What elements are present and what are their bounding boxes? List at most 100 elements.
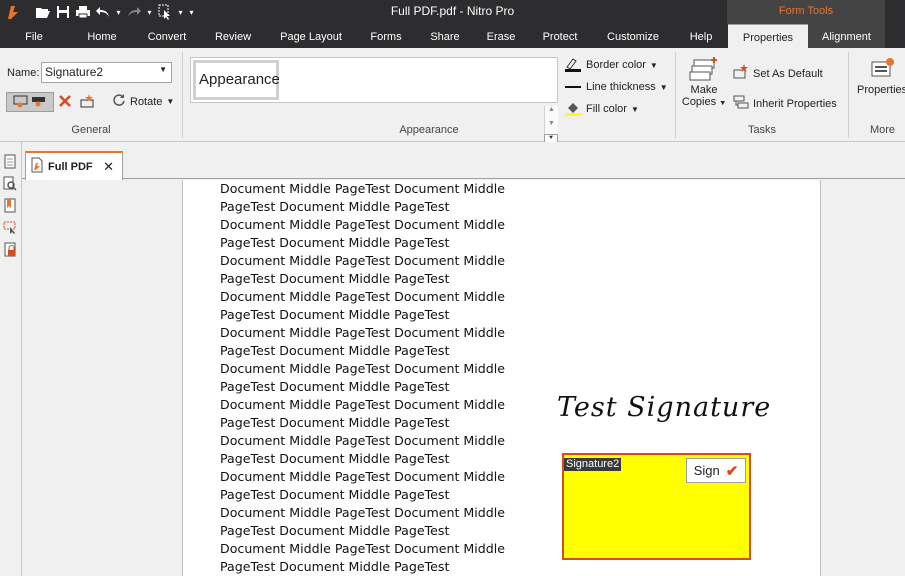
document-tab-strip <box>22 142 905 179</box>
ribbon-tab-row: File Home Convert Review Page Layout For… <box>0 24 905 48</box>
appearance-gallery[interactable]: Appearance <box>190 57 558 103</box>
appearance-states-toggle[interactable] <box>6 92 54 112</box>
text-line: PageTest Document Middle PageTest <box>220 523 450 538</box>
save-icon[interactable] <box>54 3 72 21</box>
text-line: Document Middle PageTest Document Middle <box>220 361 505 376</box>
gallery-scroll-down-icon[interactable]: ▼ <box>544 120 558 134</box>
make-copies-label-2: Copies ▼ <box>681 96 727 108</box>
tab-protect[interactable]: Protect <box>534 24 586 48</box>
handwritten-signature: Test Signature <box>557 392 772 423</box>
delete-field-button[interactable] <box>56 92 74 112</box>
security-panel-icon[interactable] <box>3 242 17 257</box>
text-line: Document Middle PageTest Document Middle <box>220 217 505 232</box>
document-tab[interactable]: Full PDF ✕ <box>25 151 123 180</box>
redo-icon[interactable] <box>125 3 143 21</box>
text-line: PageTest Document Middle PageTest <box>220 343 450 358</box>
select-dropdown-icon[interactable]: ▾ <box>176 3 185 21</box>
gallery-scroll-up-icon[interactable]: ▲ <box>544 106 558 120</box>
undo-icon[interactable] <box>94 3 112 21</box>
tab-file[interactable]: File <box>8 24 60 48</box>
group-separator <box>675 52 676 138</box>
select-tool-icon[interactable] <box>156 3 174 21</box>
chevron-down-icon: ▼ <box>630 104 639 114</box>
text-line: Document Middle PageTest Document Middle <box>220 469 505 484</box>
set-default-star-icon <box>733 64 749 83</box>
pages-panel-icon[interactable] <box>3 154 17 169</box>
group-label-appearance: Appearance <box>399 124 459 136</box>
rotate-button[interactable]: Rotate ▼ <box>112 93 174 110</box>
make-copies-label-1: Make <box>690 84 718 96</box>
open-folder-icon[interactable] <box>34 3 52 21</box>
sign-button-label: Sign <box>693 463 720 478</box>
pdf-document-icon <box>30 157 44 176</box>
tab-erase[interactable]: Erase <box>478 24 524 48</box>
close-tab-icon[interactable]: ✕ <box>103 159 114 175</box>
border-color-icon <box>564 58 582 72</box>
text-line: PageTest Document Middle PageTest <box>220 271 450 286</box>
print-icon[interactable] <box>74 3 92 21</box>
text-line: Document Middle PageTest Document Middle <box>220 253 505 268</box>
make-copies-icon <box>680 56 728 84</box>
document-text: Document Middle PageTest Document Middle… <box>220 180 520 576</box>
name-label: Name: <box>7 67 40 79</box>
tab-forms[interactable]: Forms <box>362 24 410 48</box>
properties-label: Properties <box>857 84 905 96</box>
customize-qat-icon[interactable]: ▾ <box>187 3 196 21</box>
sign-button[interactable]: Sign ✔ <box>686 458 746 483</box>
text-line: PageTest Document Middle PageTest <box>220 559 450 574</box>
tab-properties[interactable]: Properties <box>728 24 808 48</box>
tab-customize[interactable]: Customize <box>600 24 666 48</box>
name-dropdown[interactable]: Signature2 ▼ <box>41 62 172 83</box>
chevron-down-icon: ▼ <box>659 82 668 92</box>
left-panel-bar <box>0 142 22 576</box>
border-color-label: Border color <box>586 59 646 71</box>
signature-field[interactable]: Signature2 Sign ✔ <box>562 453 751 560</box>
make-copies-button[interactable]: Make Copies ▼ <box>680 56 728 110</box>
tab-page-layout[interactable]: Page Layout <box>272 24 350 48</box>
inherit-properties-icon <box>733 94 749 113</box>
text-line: Document Middle PageTest Document Middle <box>220 289 505 304</box>
undo-dropdown-icon[interactable]: ▾ <box>114 3 123 21</box>
properties-icon <box>855 56 905 84</box>
window-title: Full PDF.pdf - Nitro Pro <box>390 4 515 18</box>
appearance-gallery-item[interactable]: Appearance <box>193 60 280 100</box>
paint-bucket-icon <box>564 102 582 116</box>
tab-share[interactable]: Share <box>420 24 470 48</box>
chevron-down-icon: ▼ <box>649 60 658 70</box>
group-label-more: More <box>869 124 896 136</box>
line-thickness-button[interactable]: Line thickness ▼ <box>564 77 668 97</box>
form-fields-panel-icon[interactable] <box>3 220 17 235</box>
set-as-default-label: Set As Default <box>753 67 823 80</box>
inherit-properties-label: Inherit Properties <box>753 97 837 110</box>
text-line: PageTest Document Middle PageTest <box>220 235 450 250</box>
find-panel-icon[interactable] <box>3 176 17 191</box>
text-line: PageTest Document Middle PageTest <box>220 451 450 466</box>
field-options-button[interactable] <box>78 92 96 112</box>
text-line: Document Middle PageTest Document Middle <box>220 181 505 196</box>
set-as-default-button[interactable]: Set As Default <box>733 64 823 83</box>
title-bar: ▾ ▾ ▾ ▾ Full PDF.pdf - Nitro Pro Form To… <box>0 0 905 24</box>
text-line: PageTest Document Middle PageTest <box>220 307 450 322</box>
bookmarks-panel-icon[interactable] <box>3 198 17 213</box>
redo-dropdown-icon[interactable]: ▾ <box>145 3 154 21</box>
tab-alignment[interactable]: Alignment <box>808 24 885 48</box>
tab-help[interactable]: Help <box>680 24 722 48</box>
ribbon: Name: Signature2 ▼ Rotate ▼ General Appe… <box>0 48 905 150</box>
text-line: Document Middle PageTest Document Middle <box>220 505 505 520</box>
tab-convert[interactable]: Convert <box>138 24 196 48</box>
group-separator <box>848 52 849 138</box>
fill-color-button[interactable]: Fill color ▼ <box>564 99 639 119</box>
text-line: PageTest Document Middle PageTest <box>220 379 450 394</box>
inherit-properties-button[interactable]: Inherit Properties <box>733 94 837 113</box>
chevron-down-icon: ▼ <box>166 97 175 106</box>
nitro-logo-icon <box>4 3 22 21</box>
chevron-down-icon: ▼ <box>159 65 167 74</box>
tab-review[interactable]: Review <box>206 24 260 48</box>
border-color-button[interactable]: Border color ▼ <box>564 55 658 75</box>
properties-button[interactable]: Properties <box>855 56 905 96</box>
field-star-icon <box>79 93 95 112</box>
line-thickness-icon <box>564 80 582 94</box>
tab-home[interactable]: Home <box>76 24 128 48</box>
group-separator <box>182 52 183 138</box>
document-tab-title: Full PDF <box>48 160 93 173</box>
